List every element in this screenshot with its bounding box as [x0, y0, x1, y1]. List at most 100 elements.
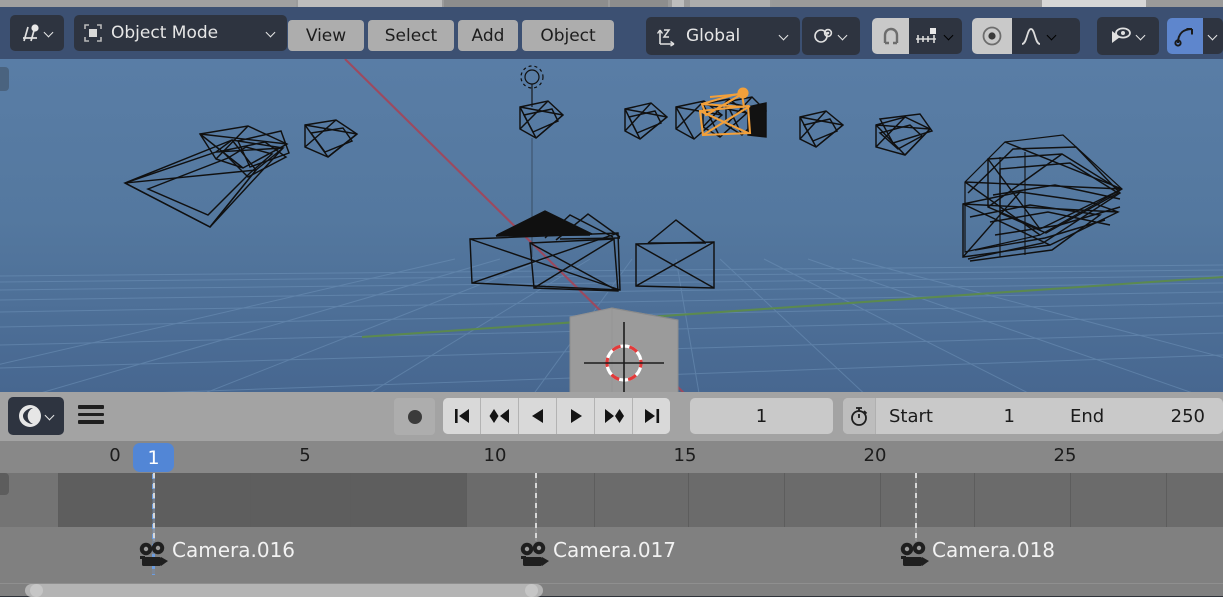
orientation-axis-icon [656, 28, 675, 47]
show-gizmo-icon[interactable] [1167, 18, 1203, 54]
menu-view[interactable]: View [288, 20, 364, 51]
current-frame-field[interactable]: 1 [690, 398, 833, 434]
timeline-ruler[interactable]: 0 5 10 15 20 25 [0, 441, 1223, 473]
transform-orientation-selector[interactable]: Global [646, 17, 800, 55]
orientation-label: Global [686, 26, 741, 46]
stopwatch-icon[interactable] [843, 398, 876, 434]
auto-keying-record-icon[interactable] [394, 398, 435, 435]
row-divider [974, 473, 975, 527]
playhead-frame-indicator[interactable]: 1 [133, 443, 174, 472]
playback-transport [443, 398, 670, 434]
chevron-down-icon [266, 28, 277, 39]
falloff-curve-icon [1021, 28, 1041, 45]
start-value: 1 [1003, 405, 1015, 427]
falloff-selector[interactable] [1012, 18, 1080, 54]
record-glyph [407, 409, 422, 424]
ruler-tick-label: 5 [299, 445, 311, 466]
viewport-scene [0, 7, 1223, 392]
chevron-down-icon [838, 31, 849, 42]
end-value: 250 [1170, 405, 1205, 427]
viewport-3d[interactable]: Object Mode View Select Add Object Globa… [0, 7, 1223, 392]
viewport-sidebar-tab[interactable] [0, 67, 9, 91]
camera-marker-icon[interactable] [897, 539, 933, 569]
scroll-gap [0, 575, 1223, 583]
row-divider [58, 473, 59, 527]
editor-type-3d-viewport-glyph [22, 24, 39, 42]
row-divider [1070, 473, 1071, 527]
object-visibility-selector[interactable] [1097, 17, 1159, 55]
ruler-tick-label: 0 [109, 445, 121, 466]
marker-line [153, 473, 155, 541]
proportional-glyph [982, 26, 1002, 46]
top-strip-segment [1042, 0, 1146, 7]
jump-to-start-button[interactable] [443, 398, 481, 434]
object-mode-icon [84, 24, 102, 42]
jump-end-icon [644, 409, 659, 423]
next-keyframe-icon [604, 409, 624, 423]
snap-settings[interactable] [909, 18, 962, 54]
magnet-glyph [883, 27, 898, 45]
jump-to-next-keyframe-button[interactable] [595, 398, 633, 434]
menu-select[interactable]: Select [368, 20, 454, 51]
top-strip-segment [772, 0, 1040, 7]
row-band [350, 473, 466, 527]
row-divider [466, 473, 467, 527]
object-visibility-icon [1112, 27, 1131, 43]
play-reverse-icon [531, 409, 543, 423]
mode-label: Object Mode [111, 23, 219, 43]
top-strip-segment [690, 0, 770, 7]
camera-marker-icon[interactable] [517, 539, 553, 569]
ruler-tick-label: 15 [673, 445, 697, 466]
end-frame-field[interactable]: End 250 [1025, 398, 1223, 434]
ruler-tick-label: 25 [1053, 445, 1077, 466]
start-label: Start [889, 405, 933, 427]
timeline-sidebar-tab[interactable] [0, 473, 9, 495]
proportional-edit-icon[interactable] [972, 18, 1012, 54]
row-divider [250, 473, 251, 527]
mode-selector[interactable]: Object Mode [74, 15, 287, 51]
chevron-down-icon [44, 28, 55, 39]
ruler-tick-label: 20 [863, 445, 887, 466]
jump-to-prev-keyframe-button[interactable] [481, 398, 519, 434]
top-cutoff-strip [0, 0, 1223, 7]
scrollbar-left-grip[interactable] [30, 584, 43, 597]
marker-label: Camera.018 [932, 538, 1056, 562]
play-button[interactable] [557, 398, 595, 434]
row-divider [350, 473, 351, 527]
snap-group [872, 18, 962, 54]
marker-line [915, 473, 917, 541]
row-band [632, 473, 1222, 527]
row-divider [784, 473, 785, 527]
start-frame-field[interactable]: Start 1 [876, 398, 1028, 434]
magnet-icon[interactable] [872, 18, 909, 54]
jump-start-icon [454, 409, 469, 423]
scrollbar-right-grip[interactable] [525, 584, 538, 597]
top-strip-segment [0, 0, 296, 7]
blender-window: Object Mode View Select Add Object Globa… [0, 0, 1223, 597]
top-strip-segment [672, 0, 684, 7]
timeline-editor: 1 Start 1 End 250 0 5 10 15 20 25 1 Came… [0, 392, 1223, 597]
row-band [58, 473, 350, 527]
viewport-header: Object Mode View Select Add Object Globa… [0, 7, 1223, 59]
timeline-editor-glyph [18, 405, 41, 427]
ruler-tick-label: 10 [483, 445, 507, 466]
row-divider [688, 473, 689, 527]
marker-label: Camera.017 [553, 538, 677, 562]
jump-to-end-button[interactable] [633, 398, 670, 434]
camera-marker-icon[interactable] [136, 539, 172, 569]
menu-add[interactable]: Add [458, 20, 518, 51]
pivot-point-selector[interactable] [802, 17, 860, 55]
play-reverse-button[interactable] [519, 398, 557, 434]
row-divider [880, 473, 881, 527]
play-icon [570, 409, 582, 423]
row-divider [1166, 473, 1167, 527]
row-band [466, 473, 632, 527]
gizmo-dropdown[interactable] [1203, 18, 1223, 54]
menu-object[interactable]: Object [522, 20, 614, 51]
horizontal-scrollbar[interactable] [25, 584, 543, 597]
editor-type-timeline-icon[interactable] [8, 397, 64, 435]
row-divider [594, 473, 595, 527]
editor-type-3d-viewport-icon[interactable] [10, 15, 64, 51]
hamburger-menu-icon[interactable] [78, 401, 104, 428]
top-strip-segment [610, 0, 668, 7]
